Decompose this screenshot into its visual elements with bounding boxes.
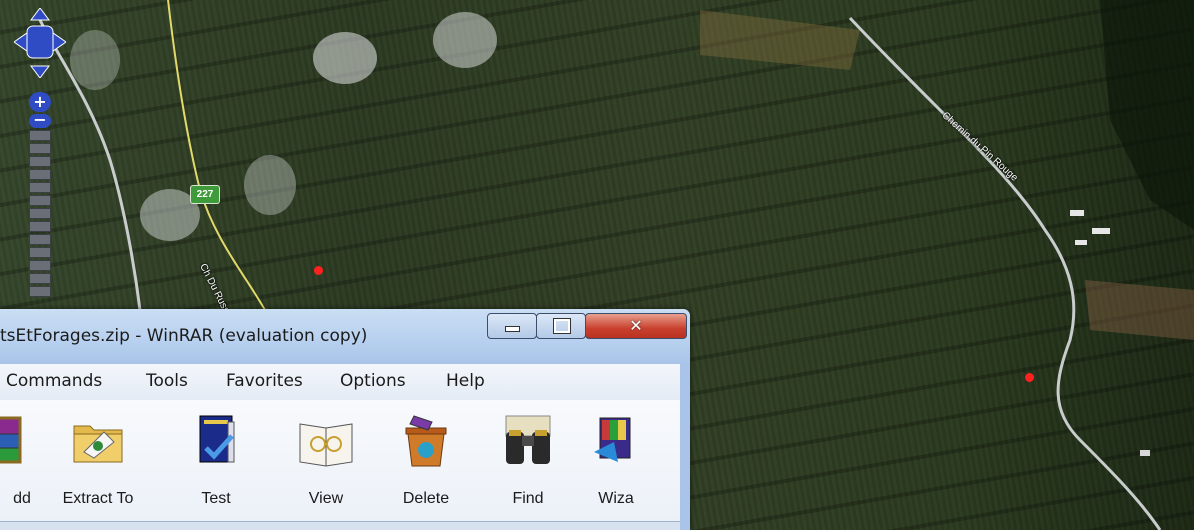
add-label: dd	[13, 490, 31, 507]
zoom-tick[interactable]	[29, 221, 51, 232]
menu-commands[interactable]: Commands	[6, 371, 102, 391]
zoom-tick[interactable]	[29, 182, 51, 193]
zoom-tick[interactable]	[29, 156, 51, 167]
extract-to-label: Extract To	[62, 490, 134, 507]
wizard-icon	[594, 417, 631, 462]
menu-bar: Commands Tools Favorites Options Help	[0, 364, 680, 400]
minimize-icon	[505, 326, 520, 332]
wizard-button[interactable]: Wiza	[576, 406, 656, 516]
menu-options[interactable]: Options	[340, 371, 406, 391]
wizard-label: Wiza	[598, 490, 634, 507]
map-marker-red[interactable]	[314, 266, 323, 275]
view-button[interactable]: View	[286, 406, 366, 516]
zoom-tick[interactable]	[29, 247, 51, 258]
delete-recycle-icon	[405, 415, 447, 467]
zoom-tick[interactable]	[29, 143, 51, 154]
maximize-icon	[554, 319, 570, 333]
menu-help[interactable]: Help	[446, 371, 485, 391]
zoom-tick[interactable]	[29, 234, 51, 245]
menu-favorites[interactable]: Favorites	[226, 371, 303, 391]
pan-left-icon	[14, 32, 28, 52]
minimize-button[interactable]	[487, 313, 537, 339]
zoom-tick[interactable]	[29, 208, 51, 219]
pan-right-icon	[52, 32, 66, 52]
pan-up-icon	[30, 8, 50, 21]
close-button[interactable]: ✕	[585, 313, 687, 339]
view-label: View	[308, 490, 344, 507]
menu-tools[interactable]: Tools	[146, 371, 188, 391]
zoom-tick[interactable]	[29, 169, 51, 180]
find-label: Find	[512, 490, 544, 507]
zoom-out-button[interactable]: −	[29, 112, 51, 128]
binoculars-icon	[505, 415, 551, 464]
extract-to-button[interactable]: Extract To	[58, 406, 138, 516]
view-book-icon	[299, 423, 353, 467]
maximize-button[interactable]	[536, 313, 586, 339]
zoom-slider[interactable]: + −	[29, 92, 53, 297]
zoom-tick[interactable]	[29, 286, 51, 297]
zoom-tick[interactable]	[29, 260, 51, 271]
zoom-tick[interactable]	[29, 130, 51, 141]
find-button[interactable]: Find	[488, 406, 568, 516]
zoom-tick[interactable]	[29, 195, 51, 206]
test-button[interactable]: Test	[176, 406, 256, 516]
close-icon: ✕	[629, 316, 643, 335]
route-shield: 227	[190, 185, 220, 204]
extract-folder-icon	[73, 425, 123, 463]
test-label: Test	[201, 490, 231, 507]
zoom-tick[interactable]	[29, 273, 51, 284]
title-bar[interactable]: tsEtForages.zip - WinRAR (evaluation cop…	[0, 309, 690, 364]
add-button[interactable]: dd	[0, 406, 40, 516]
delete-button[interactable]: Delete	[386, 406, 466, 516]
window-title: tsEtForages.zip - WinRAR (evaluation cop…	[0, 326, 368, 346]
toolbar: dd Extract To Test View Delete Find Wiza	[0, 400, 680, 521]
winrar-archive-icon	[0, 416, 22, 464]
winrar-window: tsEtForages.zip - WinRAR (evaluation cop…	[0, 309, 690, 530]
pan-down-icon	[30, 65, 50, 78]
pan-control[interactable]	[14, 8, 66, 78]
test-check-icon	[199, 415, 235, 463]
file-list-edge	[0, 521, 680, 530]
zoom-in-button[interactable]: +	[29, 92, 51, 112]
delete-label: Delete	[402, 490, 450, 507]
map-marker-red[interactable]	[1025, 373, 1034, 382]
